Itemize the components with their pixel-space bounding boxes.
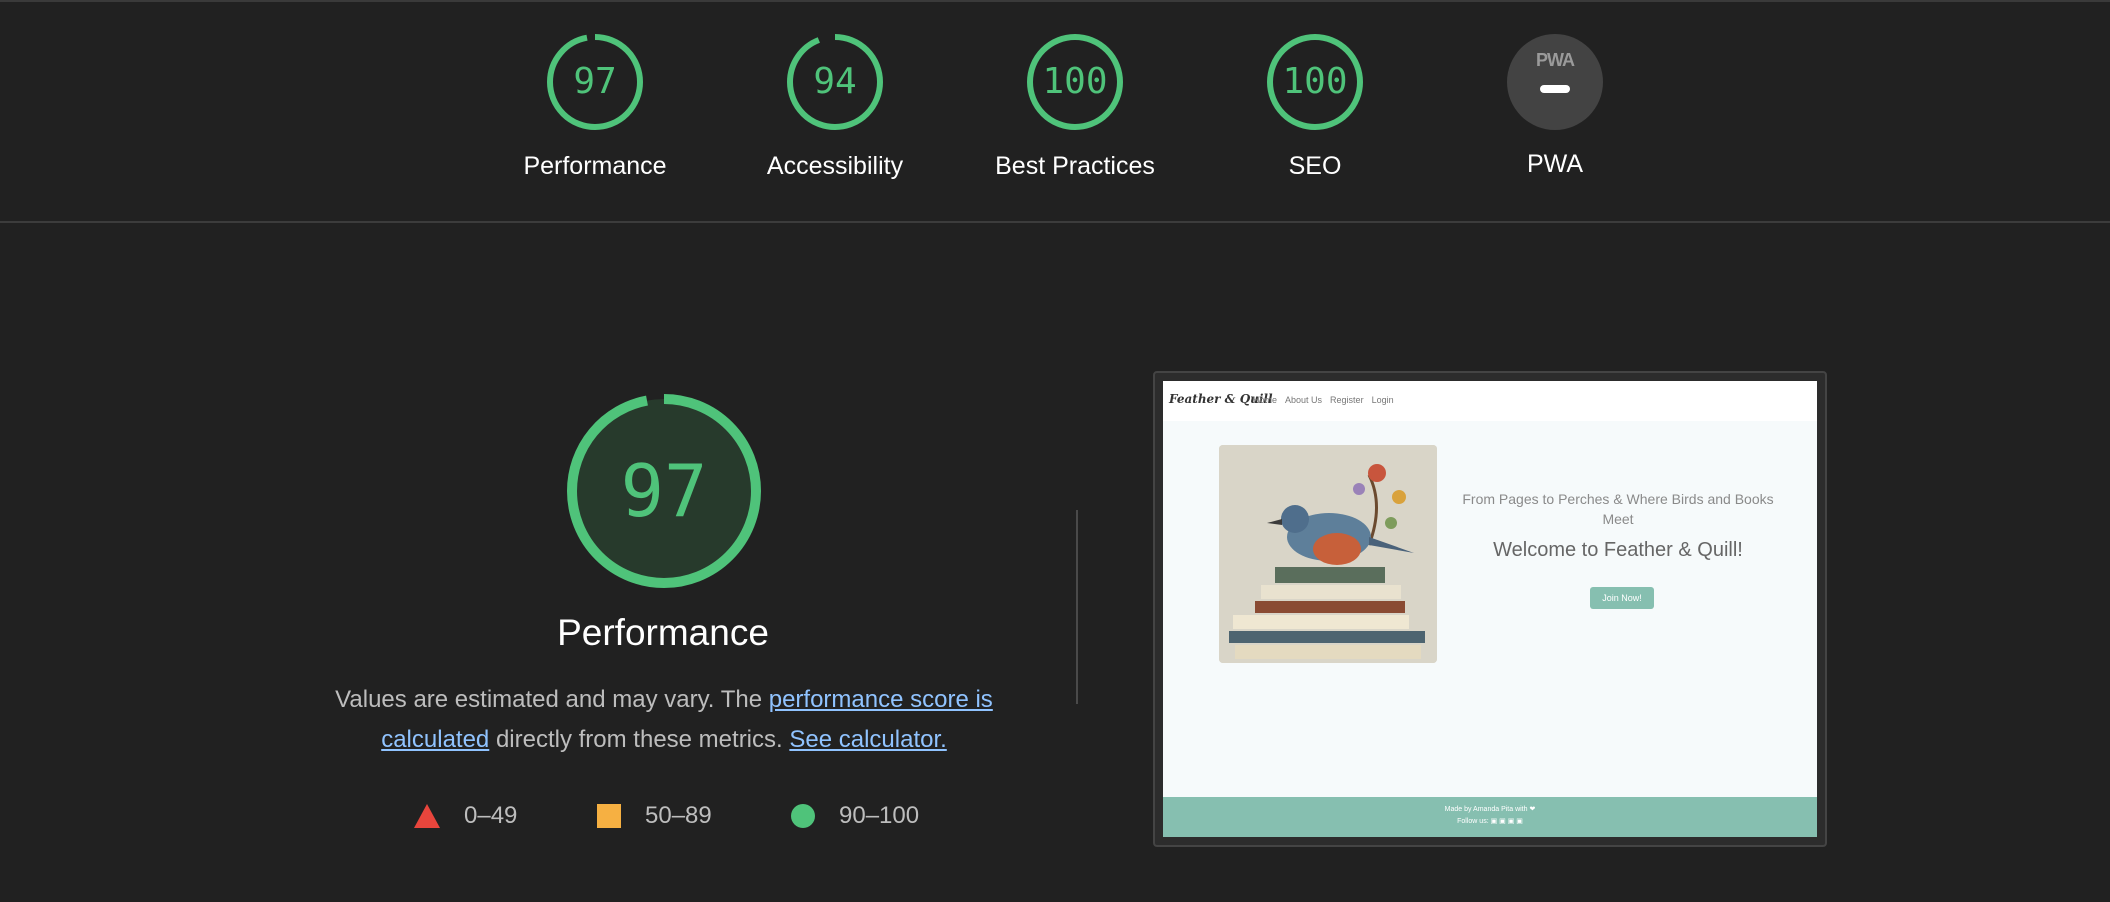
gauge-score: 94: [813, 61, 857, 102]
gauge-ring: 100: [1025, 32, 1125, 132]
preview-nav-about: About Us: [1285, 395, 1323, 405]
preview-heading: Welcome to Feather & Quill!: [1493, 539, 1743, 561]
top-border: [0, 0, 2110, 2]
preview-nav-login: Login: [1371, 395, 1394, 405]
legend-label: 50–89: [645, 802, 712, 829]
gauge-label: Best Practices: [995, 152, 1155, 180]
preview-nav-register: Register: [1330, 395, 1364, 405]
circle-icon: [791, 804, 815, 828]
performance-title: Performance: [557, 612, 769, 653]
gauge-ring: 97: [545, 32, 645, 132]
gauge-ring: 100: [1265, 32, 1365, 132]
dash-icon: [1540, 85, 1570, 93]
pwa-badge: PWA: [1507, 34, 1603, 130]
preview-subtitle: From Pages to Perches & Where Birds and …: [1462, 491, 1774, 527]
legend-pass: 90–100: [791, 796, 919, 836]
preview-footer-made: Made by Amanda Pita with ❤: [1444, 806, 1536, 813]
preview-nav-home: Home: [1253, 395, 1278, 405]
gauge-label: PWA: [1526, 150, 1584, 178]
gauge-ring: 94: [785, 32, 885, 132]
performance-score: 97: [620, 449, 708, 533]
preview-footer: Made by Amanda Pita with ❤ Follow us: ▣ …: [1163, 797, 1817, 837]
triangle-icon: [414, 804, 440, 828]
preview-nav-links: Home About Us Register Login: [1253, 395, 1402, 405]
gauge-score: 100: [1042, 61, 1108, 102]
pwa-icon: PWA: [1535, 50, 1575, 70]
final-screenshot[interactable]: Feather & Quill Home About Us Register L…: [1153, 371, 1827, 847]
desc-mid: directly from these metrics.: [489, 726, 790, 753]
vertical-divider: [1076, 510, 1078, 704]
preview-join-button: Join Now!: [1590, 587, 1654, 609]
legend-average: 50–89: [597, 796, 712, 836]
square-icon: [597, 804, 621, 828]
see-calculator-link[interactable]: See calculator.: [789, 726, 946, 753]
bird-on-books-image: [1219, 445, 1437, 663]
legend-fail: 0–49: [414, 796, 517, 836]
gauge-label: SEO: [1288, 152, 1342, 180]
desc-prefix: Values are estimated and may vary. The: [335, 686, 769, 713]
screenshot-page: Feather & Quill Home About Us Register L…: [1163, 381, 1817, 837]
gauge-label: Performance: [523, 152, 667, 180]
preview-footer-follow: Follow us: ▣ ▣ ▣ ▣: [1457, 818, 1523, 825]
performance-description: Values are estimated and may vary. The p…: [310, 680, 1018, 760]
preview-navbar: Feather & Quill Home About Us Register L…: [1163, 381, 1817, 421]
gauge-performance[interactable]: 97 Performance: [495, 32, 695, 181]
gauge-best-practices[interactable]: 100 Best Practices: [975, 32, 1175, 181]
gauge-seo[interactable]: 100 SEO: [1215, 32, 1415, 181]
section-divider: [0, 221, 2110, 223]
gauge-pwa[interactable]: PWA PWA: [1455, 32, 1655, 179]
gauge-label: Accessibility: [766, 152, 904, 180]
gauge-score: 100: [1282, 61, 1348, 102]
gauge-accessibility[interactable]: 94 Accessibility: [735, 32, 935, 181]
legend-label: 90–100: [839, 802, 920, 829]
gauge-score: 97: [573, 61, 617, 102]
legend-label: 0–49: [464, 802, 518, 829]
performance-gauge: 97: [565, 392, 763, 590]
